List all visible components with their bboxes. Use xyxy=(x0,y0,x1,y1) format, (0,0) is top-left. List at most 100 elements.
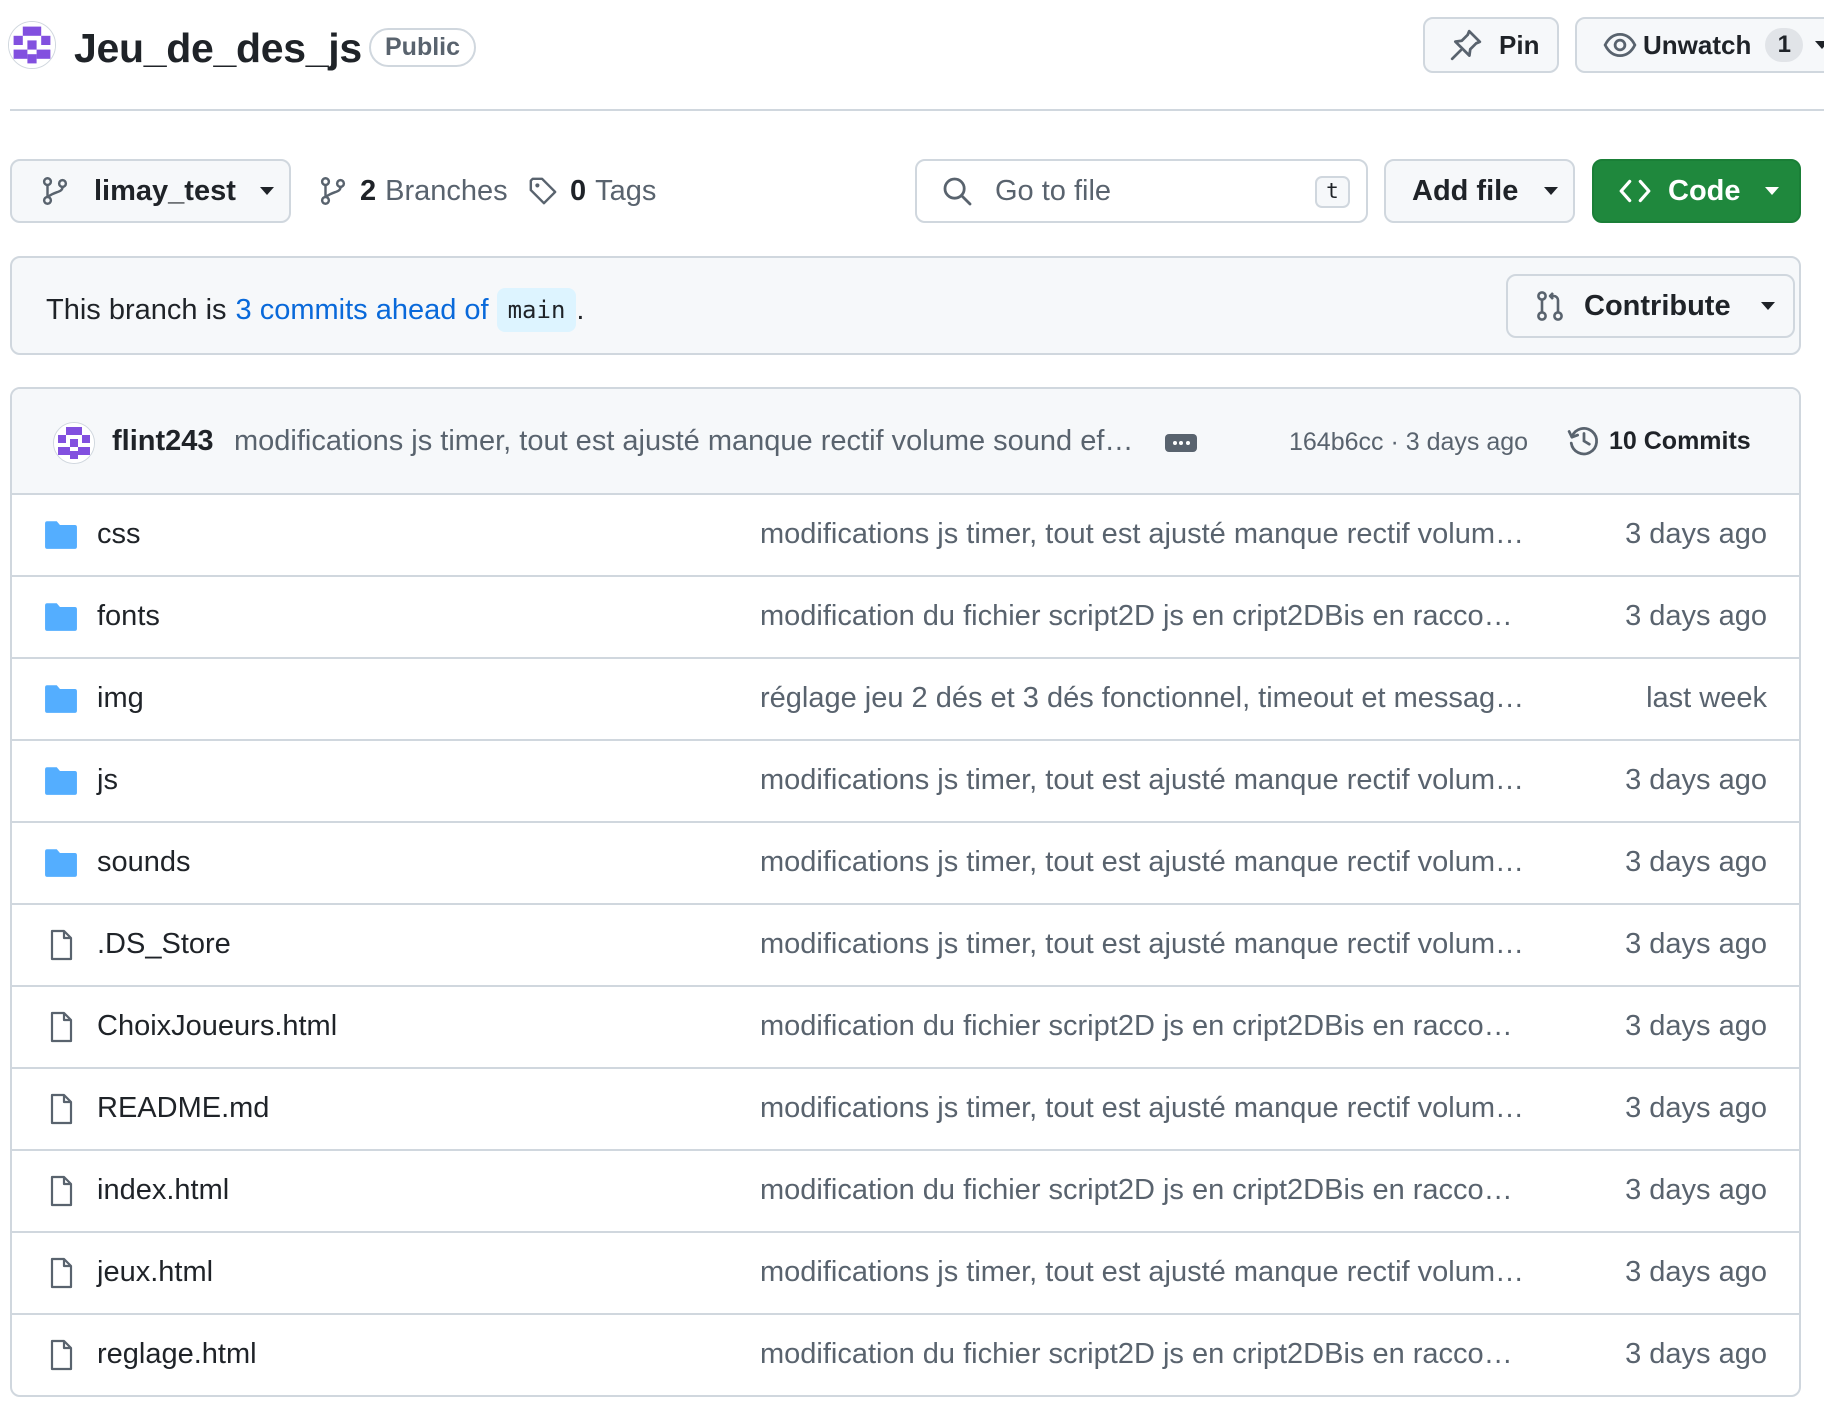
file-icon xyxy=(50,1093,73,1125)
status-suffix: . xyxy=(576,294,585,326)
file-commit-message[interactable]: modifications js timer, tout est ajusté … xyxy=(760,1254,1542,1290)
pin-button[interactable]: Pin xyxy=(1423,17,1559,73)
shortcut-hint: t xyxy=(1315,176,1350,208)
commit-message[interactable]: modifications js timer, tout est ajusté … xyxy=(234,423,1154,459)
search-placeholder: Go to file xyxy=(995,174,1112,207)
pin-label: Pin xyxy=(1499,29,1540,60)
commit-author-avatar[interactable] xyxy=(53,422,95,464)
chevron-down-icon xyxy=(259,187,274,195)
file-icon xyxy=(50,1257,73,1289)
pin-icon xyxy=(1450,29,1482,61)
code-label: Code xyxy=(1668,174,1741,207)
file-commit-date: 3 days ago xyxy=(1625,928,1767,960)
file-row: img réglage jeu 2 dés et 3 dés fonctionne… xyxy=(12,659,1799,741)
file-name-link[interactable]: js xyxy=(97,762,118,798)
file-commit-message[interactable]: modifications js timer, tout est ajusté … xyxy=(760,516,1542,552)
watch-button[interactable]: Unwatch 1 xyxy=(1575,17,1824,73)
branch-status-text: This branch is 3 commits ahead of main . xyxy=(46,288,584,332)
folder-icon xyxy=(45,767,77,795)
ellipsis-dot xyxy=(1185,441,1190,445)
expand-message-button[interactable] xyxy=(1165,434,1197,452)
repo-name[interactable]: Jeu_de_des_js xyxy=(74,20,362,76)
file-commit-message[interactable]: modification du fichier script2D js en c… xyxy=(760,598,1542,634)
folder-icon xyxy=(45,685,77,713)
file-table: flint243 modifications js timer, tout es… xyxy=(10,387,1801,1397)
owner-avatar[interactable] xyxy=(8,21,56,69)
tags-link[interactable]: 0 Tags xyxy=(528,159,656,223)
file-name-link[interactable]: ChoixJoueurs.html xyxy=(97,1008,337,1044)
repo-header: Jeu_de_des_js Public Pin Unwatch 1 xyxy=(0,0,1824,111)
file-commit-message[interactable]: modification du fichier script2D js en c… xyxy=(760,1172,1542,1208)
folder-icon xyxy=(45,521,77,549)
file-commit-message[interactable]: modifications js timer, tout est ajusté … xyxy=(760,1090,1542,1126)
file-name-link[interactable]: css xyxy=(97,516,141,552)
latest-commit-bar: flint243 modifications js timer, tout es… xyxy=(12,389,1799,495)
file-row: ChoixJoueurs.html modification du fichier… xyxy=(12,987,1799,1069)
file-commit-date: 3 days ago xyxy=(1625,1092,1767,1124)
branches-link[interactable]: 2 Branches xyxy=(318,159,508,223)
branch-status-banner: This branch is 3 commits ahead of main .… xyxy=(10,256,1801,355)
go-to-file-input[interactable]: Go to file t xyxy=(915,159,1368,223)
file-commit-message[interactable]: réglage jeu 2 dés et 3 dés fonctionnel, … xyxy=(760,680,1542,716)
commits-count-label: 10 Commits xyxy=(1609,427,1751,455)
file-row: sounds modifications js timer, tout est a… xyxy=(12,823,1799,905)
file-commit-date: 3 days ago xyxy=(1625,600,1767,632)
file-row: README.md modifications js timer, tout es… xyxy=(12,1069,1799,1151)
file-name-link[interactable]: img xyxy=(97,680,144,716)
identicon-icon xyxy=(54,423,94,463)
commits-ahead-link[interactable]: 3 commits ahead of xyxy=(236,292,489,328)
file-commit-date: 3 days ago xyxy=(1625,764,1767,796)
commit-sha-date[interactable]: 164b6cc · 3 days ago xyxy=(1289,426,1528,458)
file-commit-date: 3 days ago xyxy=(1625,1338,1767,1370)
code-button[interactable]: Code xyxy=(1592,159,1801,223)
file-name-link[interactable]: reglage.html xyxy=(97,1336,257,1372)
file-row: .DS_Store modifications js timer, tout es… xyxy=(12,905,1799,987)
file-commit-message[interactable]: modification du fichier script2D js en c… xyxy=(760,1008,1542,1044)
folder-icon xyxy=(45,603,77,631)
file-row: reglage.html modification du fichier scri… xyxy=(12,1315,1799,1395)
ellipsis-dot xyxy=(1179,441,1183,445)
file-icon xyxy=(50,1175,73,1207)
file-commit-message[interactable]: modifications js timer, tout est ajusté … xyxy=(760,762,1542,798)
chevron-down-icon xyxy=(1815,41,1824,49)
tag-icon xyxy=(529,177,557,205)
chevron-down-icon xyxy=(1544,187,1559,195)
file-icon xyxy=(50,929,73,961)
file-commit-message[interactable]: modifications js timer, tout est ajusté … xyxy=(760,844,1542,880)
file-commit-date: 3 days ago xyxy=(1625,1256,1767,1288)
file-commit-message[interactable]: modifications js timer, tout est ajusté … xyxy=(760,926,1542,962)
contribute-button[interactable]: Contribute xyxy=(1506,274,1795,338)
folder-icon xyxy=(45,849,77,877)
file-name-link[interactable]: index.html xyxy=(97,1172,229,1208)
file-name-link[interactable]: .DS_Store xyxy=(97,926,231,962)
chevron-down-icon xyxy=(1760,302,1775,310)
file-commit-date: 3 days ago xyxy=(1625,1010,1767,1042)
current-branch: limay_test xyxy=(94,174,236,207)
base-branch[interactable]: main xyxy=(496,288,577,332)
file-commit-date: 3 days ago xyxy=(1625,846,1767,878)
status-prefix: This branch is xyxy=(46,294,227,326)
file-row: css modifications js timer, tout est ajus… xyxy=(12,495,1799,577)
watch-label: Unwatch xyxy=(1643,29,1752,60)
file-commit-message[interactable]: modification du fichier script2D js en c… xyxy=(760,1336,1542,1372)
commit-author[interactable]: flint243 xyxy=(112,423,214,459)
branches-label: Branches xyxy=(385,174,508,207)
file-name-link[interactable]: sounds xyxy=(97,844,191,880)
branch-selector[interactable]: limay_test xyxy=(10,159,291,223)
header-divider xyxy=(10,109,1824,111)
file-commit-date: 3 days ago xyxy=(1625,518,1767,550)
watch-count: 1 xyxy=(1765,28,1804,62)
ellipsis-dot xyxy=(1172,441,1177,445)
file-name-link[interactable]: README.md xyxy=(97,1090,269,1126)
file-row: index.html modification du fichier script… xyxy=(12,1151,1799,1233)
file-row: jeux.html modifications js timer, tout es… xyxy=(12,1233,1799,1315)
file-name-link[interactable]: jeux.html xyxy=(97,1254,213,1290)
add-file-button[interactable]: Add file xyxy=(1384,159,1575,223)
file-icon xyxy=(50,1339,73,1371)
file-icon xyxy=(50,1011,73,1043)
file-name-link[interactable]: fonts xyxy=(97,598,160,634)
file-row: js modifications js timer, tout est ajust… xyxy=(12,741,1799,823)
file-list: css modifications js timer, tout est ajus… xyxy=(12,495,1799,1395)
file-row: fonts modification du fichier script2D js… xyxy=(12,577,1799,659)
commits-link[interactable]: 10 Commits xyxy=(1567,423,1751,459)
